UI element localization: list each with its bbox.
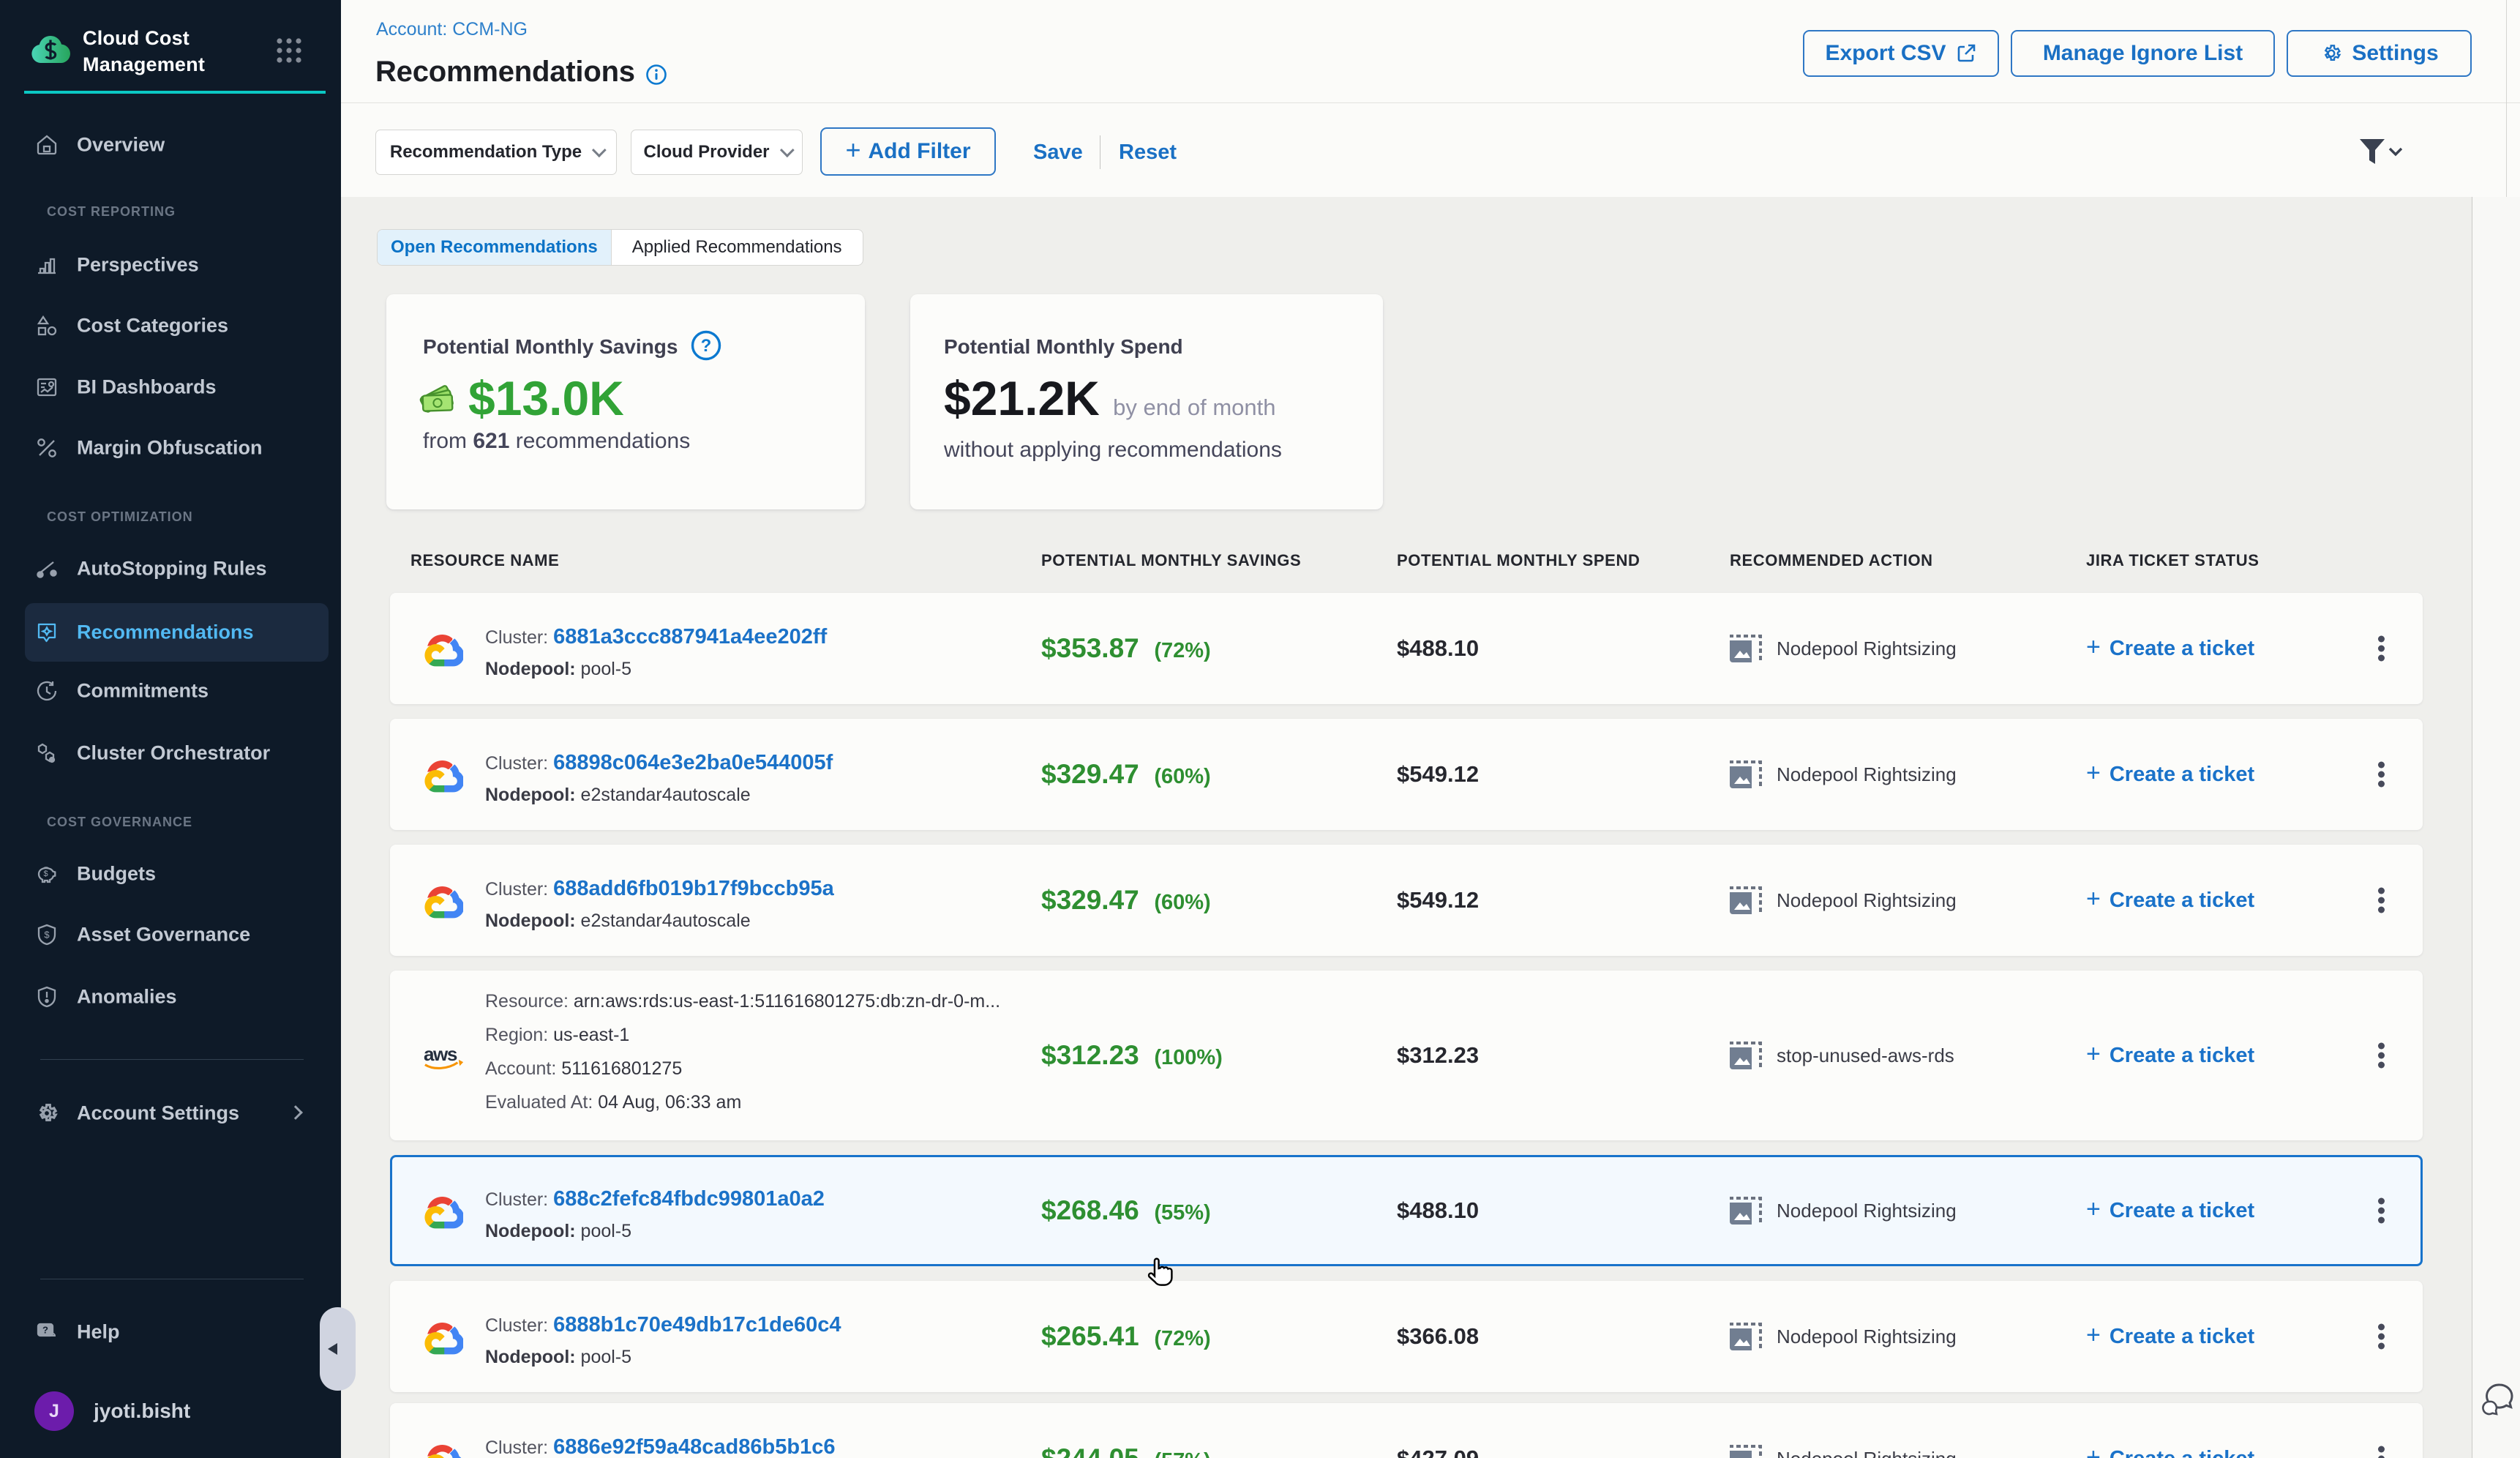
svg-text:$: $: [44, 930, 50, 941]
svg-text:?: ?: [701, 336, 712, 356]
svg-text:$: $: [43, 870, 48, 878]
svg-text:aws: aws: [424, 1043, 457, 1065]
